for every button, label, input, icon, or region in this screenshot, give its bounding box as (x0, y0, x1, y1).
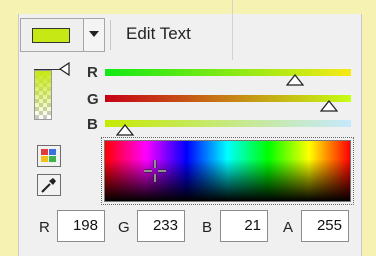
dropdown-arrow-icon (89, 31, 99, 37)
red-slider-track[interactable] (105, 69, 351, 76)
red-value-field[interactable]: 198 (57, 210, 105, 242)
slider-label-b: B (87, 116, 98, 133)
alpha-marker-line (34, 69, 60, 70)
edit-text-button[interactable]: Edit Text (126, 24, 191, 46)
slider-label-g: G (87, 91, 99, 108)
alpha-thumb-icon[interactable] (58, 62, 70, 76)
crosshair-icon[interactable] (142, 158, 168, 184)
green-slider-track[interactable] (105, 95, 351, 102)
palette-button[interactable] (37, 145, 61, 167)
eyedropper-icon (41, 178, 56, 193)
slider-label-r: R (87, 64, 98, 81)
value-label-r: R (39, 219, 50, 236)
current-color-button[interactable] (20, 18, 84, 52)
green-value-field[interactable]: 233 (137, 210, 185, 242)
color-dropdown-button[interactable] (83, 18, 105, 52)
palette-icon (41, 149, 56, 162)
value-label-a: A (283, 219, 294, 236)
blue-slider-track[interactable] (105, 120, 351, 127)
blue-slider-thumb-icon[interactable] (116, 124, 134, 136)
value-label-g: G (118, 219, 130, 236)
alpha-value-field[interactable]: 255 (301, 210, 349, 242)
current-color-swatch (32, 28, 70, 43)
header-separator (110, 20, 111, 50)
green-slider-thumb-icon[interactable] (320, 100, 338, 112)
eyedropper-button[interactable] (37, 174, 61, 196)
blue-value-field[interactable]: 21 (220, 210, 268, 242)
toolbar-divider (232, 0, 233, 60)
alpha-gradient (34, 70, 52, 120)
red-slider-thumb-icon[interactable] (286, 74, 304, 86)
alpha-preview-slider[interactable] (34, 62, 70, 120)
value-label-b: B (202, 219, 213, 236)
